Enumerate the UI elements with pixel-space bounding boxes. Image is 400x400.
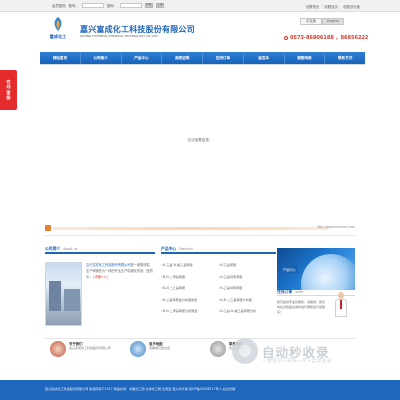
customer-service-avatar <box>333 292 349 320</box>
product-image-label: 产品中心 <box>281 266 298 273</box>
top-links: · 设置首页 · 收藏该页 · 收藏该页面 <box>303 4 360 9</box>
product-link[interactable]: N,N-二乙基苯胺分析报 <box>219 297 277 302</box>
nav-about[interactable]: 公司简介 <box>81 52 122 64</box>
account-label: 账号： <box>68 4 79 8</box>
header: 富成化工 嘉兴富成化工科技股份有限公司 JIAXING FUCHENG CHEM… <box>0 12 400 52</box>
product-center-image[interactable]: 产品中心 <box>277 248 355 290</box>
register-button[interactable]: 注册 <box>155 3 164 8</box>
online-service-char: 服 <box>6 94 11 100</box>
company-logo[interactable]: 富成化工 <box>45 16 71 46</box>
hotline: 0573-86806188 ，86856222 <box>284 34 368 41</box>
product-link[interactable]: N-乙基邻甲苯胺 <box>219 285 277 290</box>
nav-contact[interactable]: 联系方式 <box>325 52 365 64</box>
product-link[interactable]: N-乙基间甲苯胺 <box>219 274 277 279</box>
about-more-link[interactable]: [详细>>] <box>93 275 107 279</box>
empty-message: 无法加载信息。 <box>187 138 213 142</box>
banner-icon <box>45 225 51 231</box>
order-description: 我们提供专业化服务，请留言！我们将在对您提交资料进行审核后与您联系！ <box>277 300 326 314</box>
logo-icon <box>54 17 62 31</box>
product-list: N-乙基-N-氰乙基苯胺 N-乙基苯胺 N,N-二甲基苯胺 N-乙基间甲苯胺 N… <box>161 262 276 313</box>
order-title[interactable]: 在线订单 <box>277 289 292 295</box>
about-summary: 嘉兴富成化工科技股份有限公司是一家集研发、生产和销售为一体的专业生产精细化学品、… <box>86 262 156 280</box>
products-title[interactable]: 产品中心 <box>161 246 176 252</box>
product-link[interactable]: N,N-二乙基苯胺 <box>161 285 219 290</box>
bookmark-page-link[interactable]: · 收藏该页面 <box>341 4 360 9</box>
products-subtitle: Products <box>179 247 193 251</box>
password-label: 密码： <box>106 4 117 8</box>
product-link[interactable]: N-乙基苯胺盐分析报告表 <box>161 297 219 302</box>
about-card-sub: 嘉兴富成化工科技股份有限公司 <box>69 346 112 350</box>
watermark-logo-icon <box>232 338 258 364</box>
product-link[interactable]: N-乙基苯胺 <box>219 262 277 267</box>
about-company-link[interactable]: 嘉兴富成化工科技股份有限公司 <box>86 263 131 267</box>
watermark: 自动秒收录 一键提交→来访一次→自动收录 <box>232 336 382 366</box>
company-building-image[interactable] <box>45 262 82 326</box>
nav-sales-network[interactable]: 销售网络 <box>285 52 326 64</box>
avatar-tie <box>340 300 342 309</box>
product-link[interactable]: N,N-二甲基苯胺 <box>161 274 219 279</box>
about-header: 公司简介 About us <box>45 246 155 254</box>
url-banner: http://www.fuchem.com <box>45 222 355 236</box>
product-link[interactable]: N,N-二甲基苯胺分析报告 <box>161 308 219 313</box>
footer: 嘉兴富成化工科技股份有限公司 版权所有©2017 网络支持：中国化工网 全球化工… <box>0 380 400 400</box>
map-card[interactable]: 电子地图 查看我们的位置 <box>130 341 170 357</box>
contact-card-icon <box>210 341 226 357</box>
logo-text: 富成化工 <box>49 34 67 39</box>
phone-icon <box>284 35 288 40</box>
account-input[interactable] <box>81 3 104 8</box>
company-name-en: JIAXING FUCHENG CHEMICAL TECHNOLOGY CO.,… <box>80 34 159 38</box>
order-subtitle: order <box>295 289 304 294</box>
phone-number: 0573-86806188 ，86856222 <box>290 35 369 41</box>
building-shape <box>64 289 80 311</box>
login-button[interactable]: 登陆 <box>144 3 153 8</box>
language-switcher: 中文版 English <box>300 18 344 25</box>
bookmark-link[interactable]: · 收藏该页 <box>322 4 338 9</box>
about-card-icon <box>50 341 66 357</box>
top-bar: 会员登陆 账号： 密码： 登陆 注册 · 设置首页 · 收藏该页 · 收藏该页面 <box>0 0 400 12</box>
nav-products[interactable]: 产品中心 <box>122 52 163 64</box>
product-link[interactable]: N-乙基-N-氰乙基苯胺分析 <box>219 308 277 313</box>
map-card-sub: 查看我们的位置 <box>149 346 171 350</box>
set-homepage-link[interactable]: · 设置首页 <box>303 4 319 9</box>
lang-english[interactable]: English <box>322 18 344 25</box>
map-card-icon <box>130 341 146 357</box>
building-shape <box>49 281 61 311</box>
watermark-subtitle: 一键提交→来访一次→自动收录 <box>262 359 332 364</box>
lang-chinese[interactable]: 中文版 <box>300 18 322 25</box>
login-form: 会员登陆 账号： 密码： 登陆 注册 <box>52 3 164 8</box>
main-nav: 网站首页 公司简介 产品中心 资质证明 在线订单 留言本 销售网络 联系方式 <box>40 52 365 64</box>
about-subtitle: About us <box>63 247 78 251</box>
nav-divider <box>40 64 365 65</box>
nav-certificates[interactable]: 资质证明 <box>162 52 203 64</box>
site-url[interactable]: http://www.fuchem.com <box>317 225 355 229</box>
avatar-head <box>338 292 344 299</box>
online-service-char: 线 <box>6 84 11 90</box>
about-title[interactable]: 公司简介 <box>45 246 60 252</box>
footer-copyright: 嘉兴富成化工科技股份有限公司 版权所有©2017 网络支持：中国化工网 全球化工… <box>45 387 236 391</box>
password-input[interactable] <box>119 3 142 8</box>
member-login-label: 会员登陆 <box>52 4 66 8</box>
products-header: 产品中心 Products <box>161 246 276 254</box>
nav-guestbook[interactable]: 留言本 <box>244 52 285 64</box>
online-service-tab[interactable]: 在 线 客 服 <box>0 70 17 110</box>
product-link[interactable]: N-乙基-N-氰乙基苯胺 <box>161 262 219 267</box>
product-visual <box>301 254 355 290</box>
nav-home[interactable]: 网站首页 <box>40 52 81 64</box>
banner-bar <box>53 227 328 230</box>
nav-order[interactable]: 在线订单 <box>203 52 244 64</box>
about-card[interactable]: 关于我们 嘉兴富成化工科技股份有限公司 <box>50 341 111 357</box>
